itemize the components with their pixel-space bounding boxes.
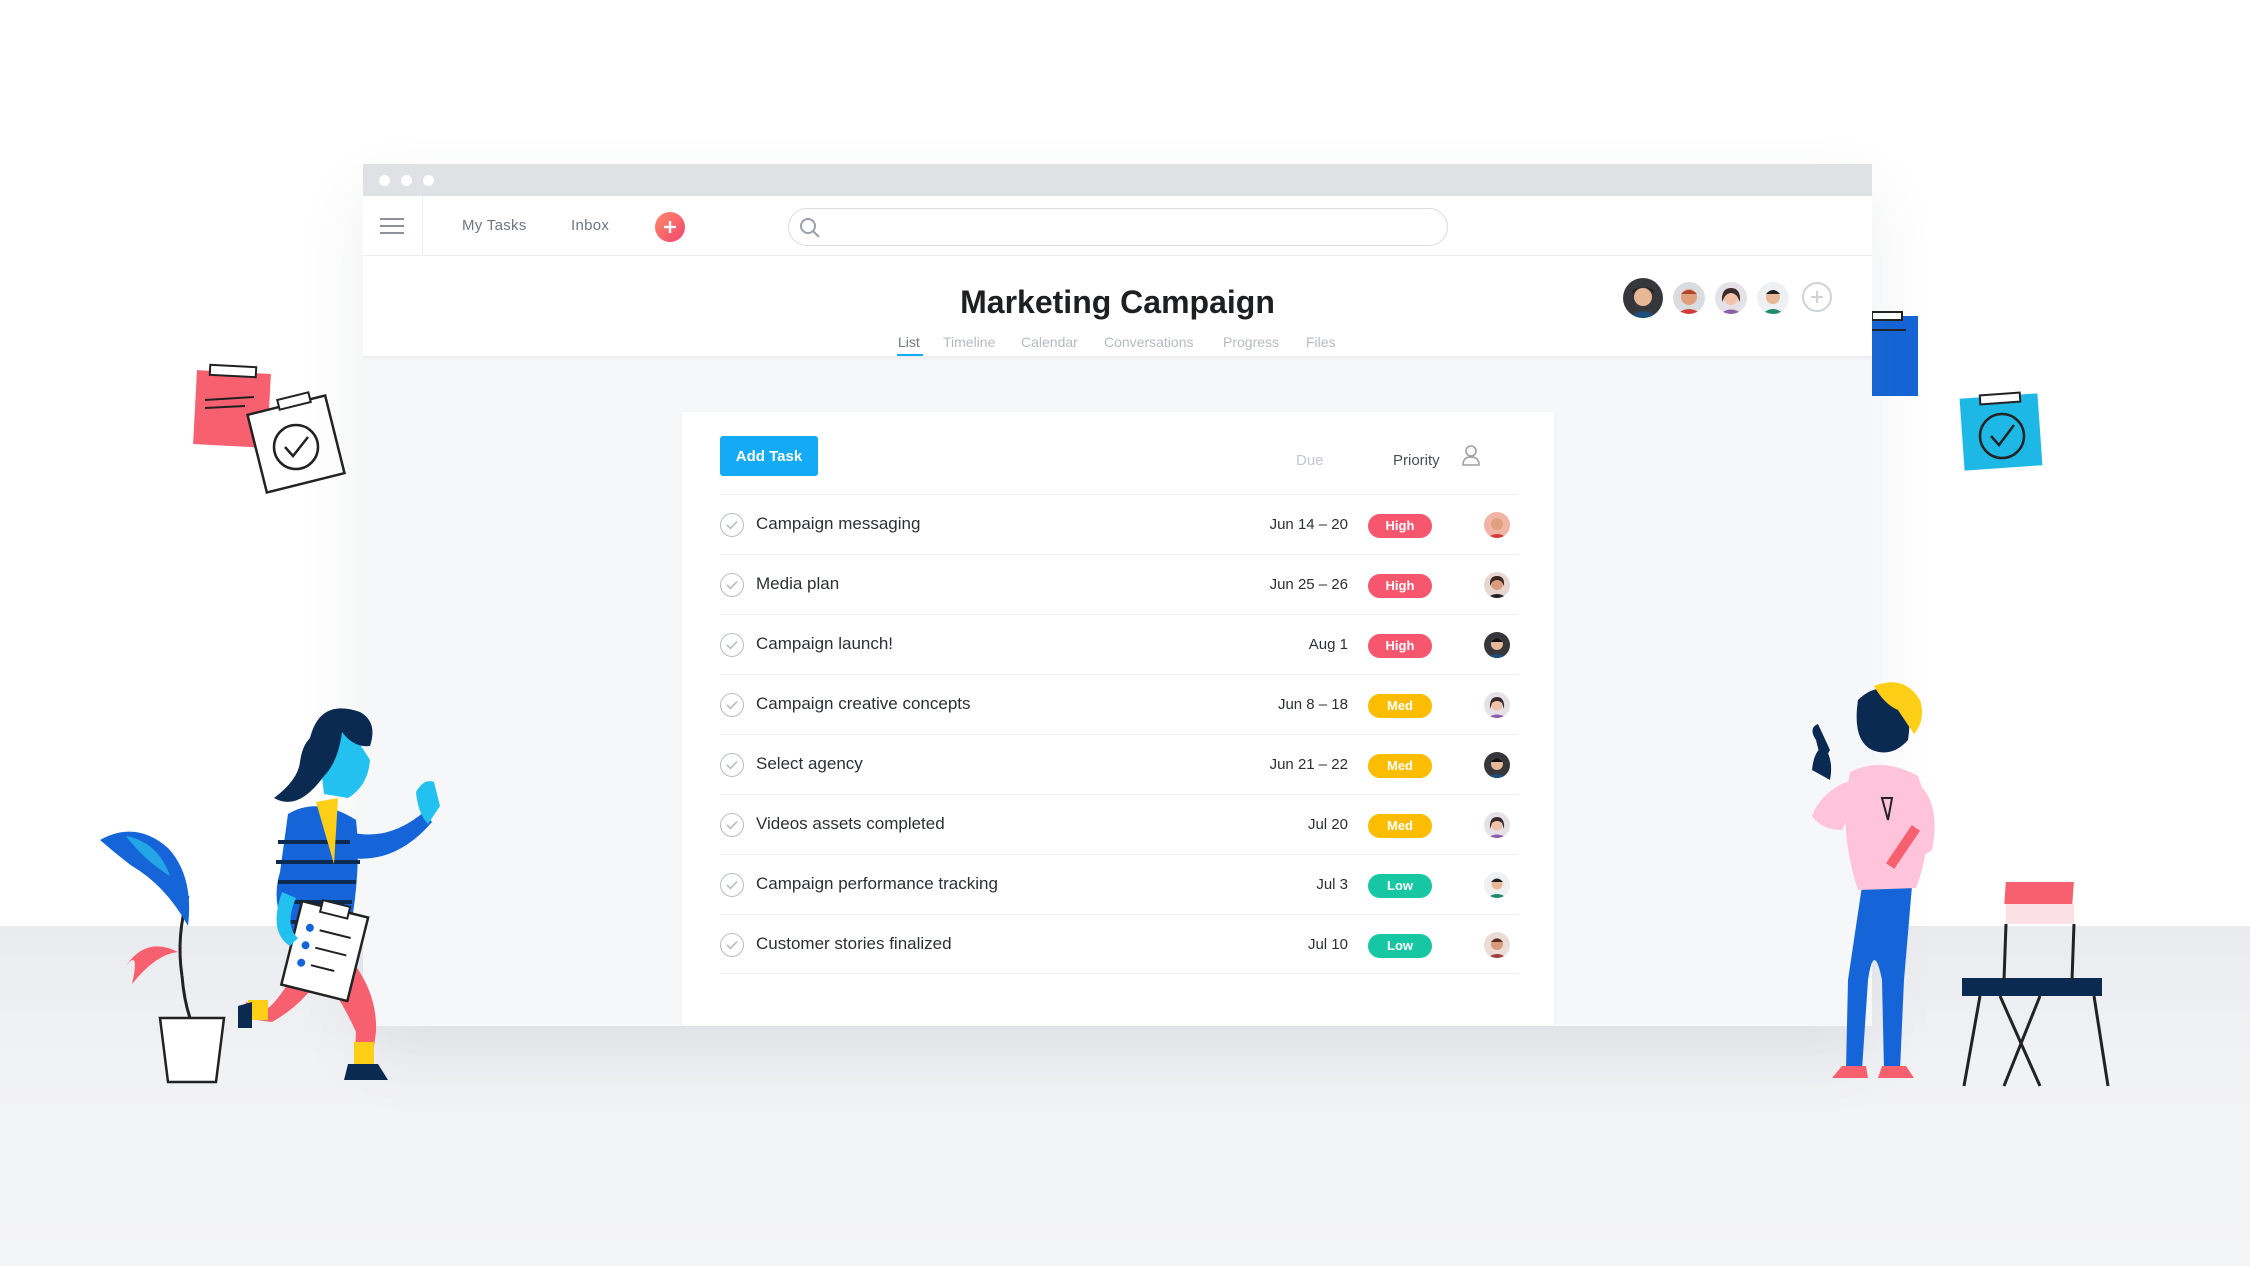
task-due-date[interactable]: Jun 8 – 18 [1278, 696, 1348, 713]
priority-badge[interactable]: High [1368, 574, 1432, 598]
tab-files[interactable]: Files [1306, 334, 1336, 350]
task-name[interactable]: Customer stories finalized [756, 934, 952, 954]
task-name[interactable]: Campaign messaging [756, 514, 920, 534]
checkmark-icon [726, 760, 738, 770]
priority-badge[interactable]: Med [1368, 754, 1432, 778]
task-name[interactable]: Campaign performance tracking [756, 874, 998, 894]
tab-calendar[interactable]: Calendar [1021, 334, 1078, 350]
task-due-date[interactable]: Jul 3 [1316, 876, 1348, 893]
window-titlebar [363, 164, 1872, 196]
assignee-icon[interactable] [1461, 444, 1481, 466]
avatar[interactable] [1484, 752, 1510, 778]
nav-my-tasks[interactable]: My Tasks [462, 217, 527, 234]
task-complete-checkbox[interactable] [720, 813, 744, 837]
tab-conversations[interactable]: Conversations [1104, 334, 1194, 350]
table-row[interactable]: Customer stories finalized Jul 10 Low [720, 914, 1518, 974]
task-due-date[interactable]: Jun 14 – 20 [1270, 516, 1348, 533]
table-row[interactable]: Campaign messaging Jun 14 – 20 High [720, 494, 1518, 554]
priority-badge[interactable]: Low [1368, 874, 1432, 898]
window-dot[interactable] [379, 175, 390, 186]
add-task-button[interactable]: Add Task [720, 436, 818, 476]
table-row[interactable]: Campaign launch! Aug 1 High [720, 614, 1518, 674]
priority-badge[interactable]: Med [1368, 814, 1432, 838]
project-tabs: List Timeline Calendar Conversations Pro… [363, 334, 1872, 356]
task-list: Campaign messaging Jun 14 – 20 High Medi… [720, 494, 1518, 974]
avatar[interactable] [1484, 932, 1510, 958]
task-due-date[interactable]: Jun 25 – 26 [1270, 576, 1348, 593]
table-row[interactable]: Campaign creative concepts Jun 8 – 18 Me… [720, 674, 1518, 734]
tab-timeline[interactable]: Timeline [943, 334, 995, 350]
quick-add-button[interactable] [655, 212, 685, 242]
task-name[interactable]: Videos assets completed [756, 814, 945, 834]
task-due-date[interactable]: Aug 1 [1309, 636, 1348, 653]
avatar[interactable] [1484, 572, 1510, 598]
avatar[interactable] [1484, 632, 1510, 658]
table-row[interactable]: Media plan Jun 25 – 26 High [720, 554, 1518, 614]
window-dot[interactable] [401, 175, 412, 186]
checkmark-icon [726, 700, 738, 710]
nav-inbox[interactable]: Inbox [571, 217, 609, 234]
task-complete-checkbox[interactable] [720, 753, 744, 777]
task-complete-checkbox[interactable] [720, 873, 744, 897]
task-name[interactable]: Media plan [756, 574, 839, 594]
priority-badge[interactable]: Med [1368, 694, 1432, 718]
column-header-due[interactable]: Due [1296, 452, 1324, 469]
avatar[interactable] [1484, 812, 1510, 838]
task-list-card: Add Task Due Priority Campaign messaging… [682, 412, 1554, 1026]
task-name[interactable]: Campaign launch! [756, 634, 893, 654]
avatar[interactable] [1623, 278, 1663, 318]
task-name[interactable]: Campaign creative concepts [756, 694, 971, 714]
add-member-icon[interactable] [1802, 282, 1832, 312]
table-row[interactable]: Campaign performance tracking Jul 3 Low [720, 854, 1518, 914]
search-input[interactable] [788, 208, 1448, 246]
top-navigation: My Tasks Inbox [363, 196, 1872, 256]
project-header: Marketing Campaign List Timeline Calenda… [363, 256, 1872, 356]
task-due-date[interactable]: Jul 20 [1308, 816, 1348, 833]
avatar[interactable] [1673, 282, 1705, 314]
checkmark-icon [726, 640, 738, 650]
woman-running-illustration [238, 708, 440, 1080]
task-complete-checkbox[interactable] [720, 693, 744, 717]
avatar[interactable] [1484, 512, 1510, 538]
avatar[interactable] [1484, 872, 1510, 898]
priority-badge[interactable]: High [1368, 514, 1432, 538]
avatar[interactable] [1757, 282, 1789, 314]
checkmark-icon [726, 940, 738, 950]
task-complete-checkbox[interactable] [720, 573, 744, 597]
task-complete-checkbox[interactable] [720, 933, 744, 957]
plus-icon [664, 221, 676, 233]
sticky-note-illustration [1872, 311, 2043, 471]
task-due-date[interactable]: Jul 10 [1308, 936, 1348, 953]
priority-badge[interactable]: High [1368, 634, 1432, 658]
search-icon [800, 218, 820, 238]
chair-illustration [1962, 882, 2110, 1087]
task-complete-checkbox[interactable] [720, 513, 744, 537]
sticky-note-illustration [193, 363, 347, 494]
priority-badge[interactable]: Low [1368, 934, 1432, 958]
avatar[interactable] [1484, 692, 1510, 718]
tab-list[interactable]: List [898, 334, 920, 350]
task-due-date[interactable]: Jun 21 – 22 [1270, 756, 1348, 773]
avatar[interactable] [1715, 282, 1747, 314]
active-tab-indicator [897, 354, 923, 356]
checkmark-icon [726, 520, 738, 530]
task-name[interactable]: Select agency [756, 754, 863, 774]
table-row[interactable]: Videos assets completed Jul 20 Med [720, 794, 1518, 854]
checkmark-icon [726, 580, 738, 590]
table-row[interactable]: Select agency Jun 21 – 22 Med [720, 734, 1518, 794]
window-dot[interactable] [423, 175, 434, 186]
hamburger-icon[interactable] [363, 196, 423, 256]
checkmark-icon [726, 880, 738, 890]
app-window: My Tasks Inbox Marketing Campaign List T… [363, 164, 1872, 1026]
tab-progress[interactable]: Progress [1223, 334, 1279, 350]
task-complete-checkbox[interactable] [720, 633, 744, 657]
checkmark-icon [726, 820, 738, 830]
column-header-priority[interactable]: Priority [1393, 452, 1440, 469]
plant-illustration [100, 831, 226, 1084]
